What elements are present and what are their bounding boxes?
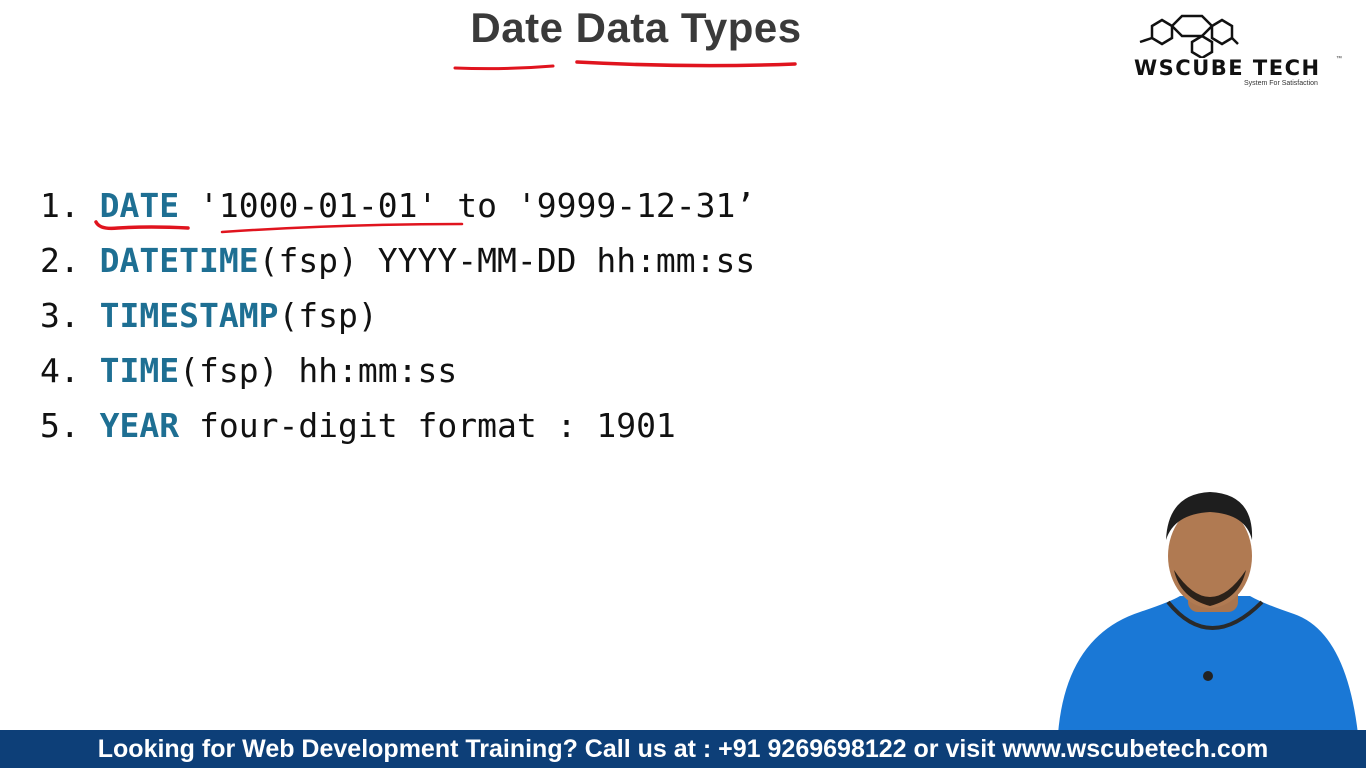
presenter-lapel-mic: [1203, 671, 1213, 681]
presenter-shirt: [1058, 596, 1358, 734]
list-item: 2. DATETIME(fsp) YYYY-MM-DD hh:mm:ss: [40, 239, 755, 294]
item-keyword: TIME: [99, 351, 180, 390]
slide-title: Date Data Types: [470, 4, 802, 51]
list-item: 1. DATE '1000-01-01' to '9999-12-31’: [40, 184, 755, 239]
item-number: 5.: [40, 406, 80, 445]
item-text: '1000-01-01' to '9999-12-31’: [179, 186, 756, 225]
item-text: (fsp): [278, 296, 378, 335]
item-text: (fsp) YYYY-MM-DD hh:mm:ss: [258, 241, 756, 280]
logo-hexagon-icon: [1139, 14, 1239, 58]
title-underline-date: [453, 64, 555, 71]
logo-trademark: ™: [1336, 56, 1342, 62]
list-item: 4. TIME(fsp) hh:mm:ss: [40, 349, 755, 404]
logo-wordmark: WsCube Tech: [1134, 56, 1321, 80]
item-keyword: DATE: [99, 186, 180, 225]
item-number: 3.: [40, 296, 80, 335]
item-number: 1.: [40, 186, 80, 225]
item-keyword: DATETIME: [99, 241, 259, 280]
item-keyword: YEAR: [99, 406, 180, 445]
item-number: 2.: [40, 241, 80, 280]
list-item: 3. TIMESTAMP(fsp): [40, 294, 755, 349]
title-underline-data-types: [575, 60, 797, 68]
list-item: 5. YEAR four-digit format : 1901: [40, 404, 755, 459]
presenter-video: [1058, 492, 1358, 734]
item-keyword: TIMESTAMP: [99, 296, 279, 335]
footer-banner: Looking for Web Development Training? Ca…: [0, 730, 1366, 768]
date-types-list: 1. DATE '1000-01-01' to '9999-12-31’ 2. …: [40, 184, 755, 459]
logo-tagline: System For Satisfaction: [1244, 80, 1318, 87]
item-number: 4.: [40, 351, 80, 390]
item-text: four-digit format : 1901: [179, 406, 676, 445]
wscube-tech-logo: WsCube Tech ™ System For Satisfaction: [1128, 12, 1354, 92]
item-text: (fsp) hh:mm:ss: [179, 351, 458, 390]
